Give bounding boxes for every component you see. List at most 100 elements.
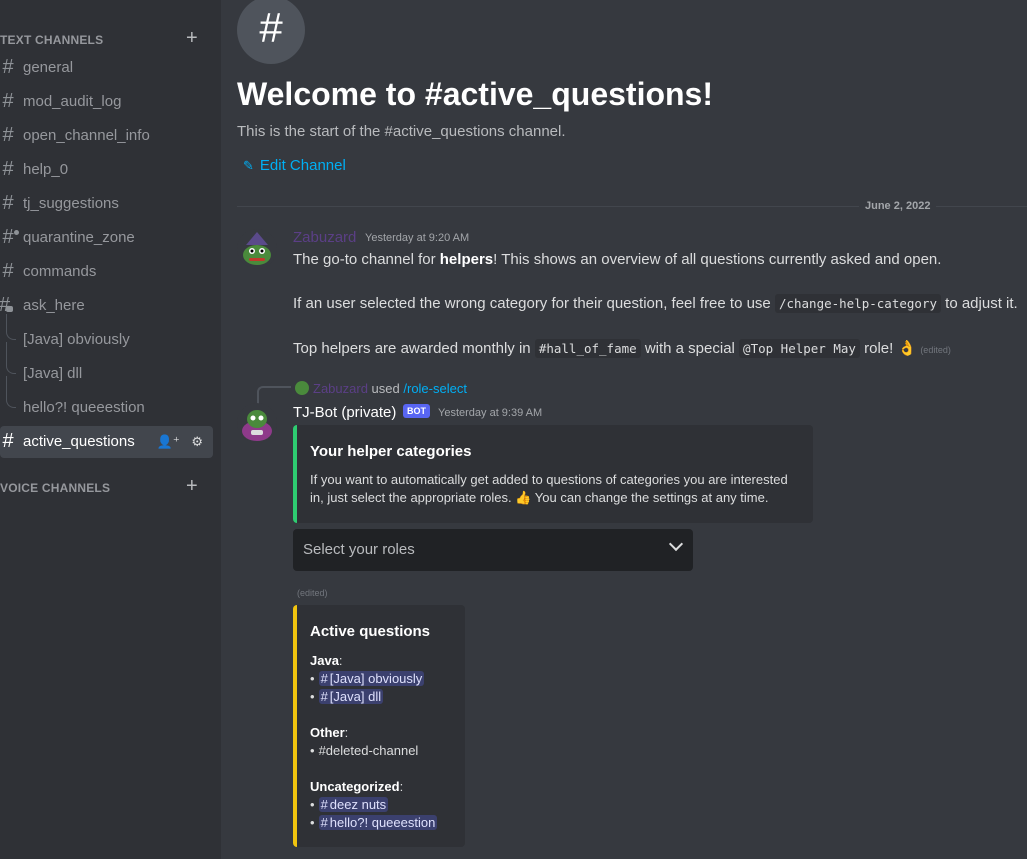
category-voice-channels[interactable]: VOICE CHANNELS + <box>0 475 221 498</box>
mention-label: deez nuts <box>329 797 387 812</box>
reply-user: Zabuzard <box>313 381 368 396</box>
channel-label: active_questions <box>23 433 135 450</box>
message-timestamp: Yesterday at 9:39 AM <box>438 407 543 419</box>
thread-icon: # <box>320 815 328 830</box>
thread-label: [Java] obviously <box>23 331 130 348</box>
inline-code: @Top Helper May <box>739 339 860 358</box>
text-segment: If an user selected the wrong category f… <box>293 295 775 312</box>
text-channel-icon: # <box>2 90 14 112</box>
chevron-down-icon <box>668 536 684 552</box>
inline-code: #hall_of_fame <box>534 339 641 358</box>
select-placeholder: Select your roles <box>303 541 415 558</box>
channel-help-0[interactable]: # help_0 <box>0 154 213 186</box>
text-segment: role! 👌 <box>859 340 917 357</box>
thread-mention[interactable]: # [Java] dll <box>318 689 384 704</box>
question-item[interactable]: • # [Java] dll <box>310 689 384 704</box>
thread-branch-line <box>6 314 16 340</box>
deleted-channel-label: #deleted-channel <box>318 743 419 758</box>
text-segment: Top helpers are awarded monthly in <box>293 340 535 357</box>
thread-label: hello?! queeestion <box>23 399 145 416</box>
channel-active-questions[interactable]: # active_questions 👤⁺ ⚙ <box>0 426 213 458</box>
category-name: Other <box>310 725 345 740</box>
message-line: If an user selected the wrong category f… <box>293 294 1018 313</box>
edited-tag: (edited) <box>920 345 951 355</box>
channel-open-channel-info[interactable]: # open_channel_info <box>0 120 213 152</box>
thread-icon: # <box>320 689 328 704</box>
welcome-subtitle: This is the start of the #active_questio… <box>237 123 566 140</box>
edit-channel-label: Edit Channel <box>259 157 346 174</box>
active-questions-embed: Active questions Java: • # [Java] obviousl… <box>293 605 465 847</box>
channel-sidebar: TEXT CHANNELS + # general # mod_audit_lo… <box>0 0 221 859</box>
gear-icon[interactable]: ⚙ <box>191 434 203 449</box>
question-item[interactable]: • # [Java] obviously <box>310 671 425 686</box>
channel-label: open_channel_info <box>23 127 150 144</box>
thread-java-obviously[interactable]: [Java] obviously <box>0 314 213 356</box>
embed-title: Your helper categories <box>310 443 472 460</box>
edit-channel-link[interactable]: ✎ Edit Channel <box>243 157 346 174</box>
thread-branch-line <box>6 342 16 374</box>
thread-hello-queeestion[interactable]: hello?! queeestion <box>0 376 213 424</box>
mention-label: hello?! queeestion <box>329 815 436 830</box>
date-divider-label: June 2, 2022 <box>859 200 937 212</box>
embed-desc-line: in, just select the appropriate roles. 👍… <box>310 490 769 505</box>
bot-author[interactable]: TJ-Bot (private) <box>293 404 396 421</box>
channel-quarantine-zone[interactable]: # quarantine_zone <box>0 222 213 254</box>
select-roles-dropdown[interactable]: Select your roles <box>293 529 693 571</box>
channel-label: mod_audit_log <box>23 93 122 110</box>
channel-label: general <box>23 59 74 76</box>
channel-label: tj_suggestions <box>23 195 119 212</box>
category-label: TEXT CHANNELS <box>0 33 104 47</box>
question-item[interactable]: • # deez nuts <box>310 797 389 812</box>
channel-label: ask_here <box>23 297 85 314</box>
create-channel-icon[interactable]: + <box>186 475 198 498</box>
thread-icon: # <box>320 797 328 812</box>
thread-mention[interactable]: # [Java] obviously <box>318 671 425 686</box>
channel-ask-here[interactable]: # ask_here <box>0 290 213 322</box>
reply-context[interactable]: Zabuzard used /role-select <box>295 381 467 396</box>
mention-label: [Java] dll <box>329 689 382 704</box>
avatar[interactable] <box>237 229 277 269</box>
text-segment: The go-to channel for <box>293 251 440 268</box>
category-text-channels[interactable]: TEXT CHANNELS + <box>0 27 221 50</box>
channel-general[interactable]: # general <box>0 52 213 84</box>
channel-hash-icon: # <box>237 0 305 64</box>
channel-label: quarantine_zone <box>23 229 135 246</box>
message-timestamp: Yesterday at 9:20 AM <box>365 232 470 244</box>
text-channel-icon: # <box>2 260 14 282</box>
channel-tj-suggestions[interactable]: # tj_suggestions <box>0 188 213 220</box>
text-segment: to adjust it. <box>941 295 1018 312</box>
text-channel-icon: # <box>2 124 14 146</box>
category-name: Java <box>310 653 339 668</box>
question-item[interactable]: • # hello?! queeestion <box>310 815 438 830</box>
text-segment: with a special <box>640 340 740 357</box>
edited-tag: (edited) <box>297 588 328 598</box>
channel-label: commands <box>23 263 97 280</box>
thread-java-dll[interactable]: [Java] dll <box>0 342 213 390</box>
embed-title: Active questions <box>310 623 431 640</box>
text-channel-icon: # <box>2 192 14 214</box>
message-line: The go-to channel for helpers! This show… <box>293 251 941 268</box>
channel-commands[interactable]: # commands <box>0 256 213 288</box>
thread-branch-line <box>6 376 16 408</box>
thread-mention[interactable]: # deez nuts <box>318 797 389 812</box>
text-channel-icon: # <box>2 158 14 180</box>
question-item: • #deleted-channel <box>310 743 419 758</box>
helper-categories-embed: Your helper categories If you want to au… <box>293 425 813 523</box>
slash-command[interactable]: /role-select <box>403 381 467 396</box>
embed-description: If you want to automatically get added t… <box>310 471 788 507</box>
thread-mention[interactable]: # hello?! queeestion <box>318 815 438 830</box>
channel-actions: 👤⁺ ⚙ <box>149 434 203 450</box>
thread-label: [Java] dll <box>23 365 83 382</box>
category-label: VOICE CHANNELS <box>0 481 111 495</box>
mini-avatar <box>295 381 309 395</box>
category-heading: Uncategorized: <box>310 779 404 794</box>
text-segment: ! This shows an overview of all question… <box>493 251 942 268</box>
create-channel-icon[interactable]: + <box>186 27 198 50</box>
invite-member-icon[interactable]: 👤⁺ <box>157 434 180 449</box>
message-author[interactable]: Zabuzard <box>293 229 356 246</box>
chat-area: # Welcome to #active_questions! This is … <box>221 0 1027 859</box>
channel-mod-audit-log[interactable]: # mod_audit_log <box>0 86 213 118</box>
category-name: Uncategorized <box>310 779 400 794</box>
text-channel-icon: # <box>2 430 14 452</box>
bot-avatar[interactable] <box>237 403 277 443</box>
